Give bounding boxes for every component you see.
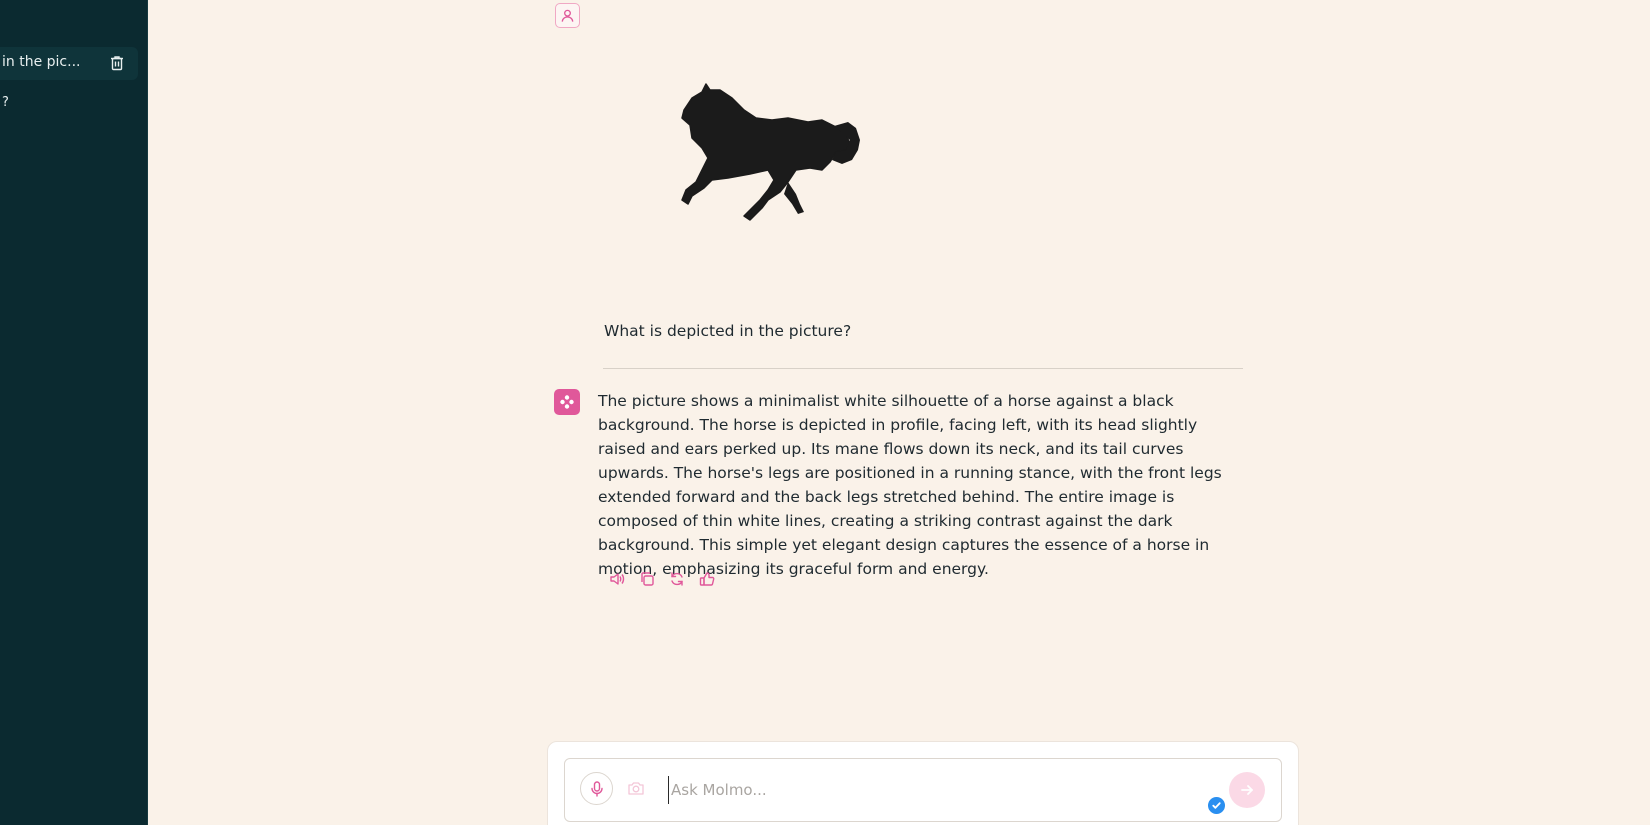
copy-icon[interactable] — [638, 569, 656, 589]
message-actions — [608, 569, 716, 589]
message-divider — [603, 368, 1243, 369]
sidebar-item-label: in the pic... — [2, 54, 81, 70]
thumbs-up-icon[interactable] — [698, 569, 716, 589]
microphone-button[interactable] — [580, 772, 613, 805]
send-button[interactable] — [1229, 772, 1265, 808]
camera-icon[interactable] — [627, 780, 645, 796]
user-icon — [561, 9, 574, 22]
speaker-icon[interactable] — [608, 569, 626, 589]
sidebar: in the pic... ? — [0, 0, 148, 825]
assistant-answer: The picture shows a minimalist white sil… — [598, 392, 1222, 578]
sidebar-item-label: ? — [2, 95, 9, 110]
trash-icon[interactable] — [110, 55, 124, 71]
arrow-right-icon — [1241, 785, 1253, 795]
sidebar-item-chat-1[interactable]: in the pic... — [0, 47, 138, 80]
check-icon — [1206, 795, 1227, 816]
user-avatar — [555, 3, 580, 28]
user-question: What is depicted in the picture? — [604, 322, 852, 340]
microphone-icon — [590, 780, 603, 797]
molmo-icon — [554, 389, 580, 415]
refresh-icon[interactable] — [668, 569, 686, 589]
sidebar-item-chat-2[interactable]: ? — [0, 93, 138, 115]
prompt-input[interactable] — [668, 776, 1168, 804]
horse-silhouette-image — [672, 70, 902, 240]
